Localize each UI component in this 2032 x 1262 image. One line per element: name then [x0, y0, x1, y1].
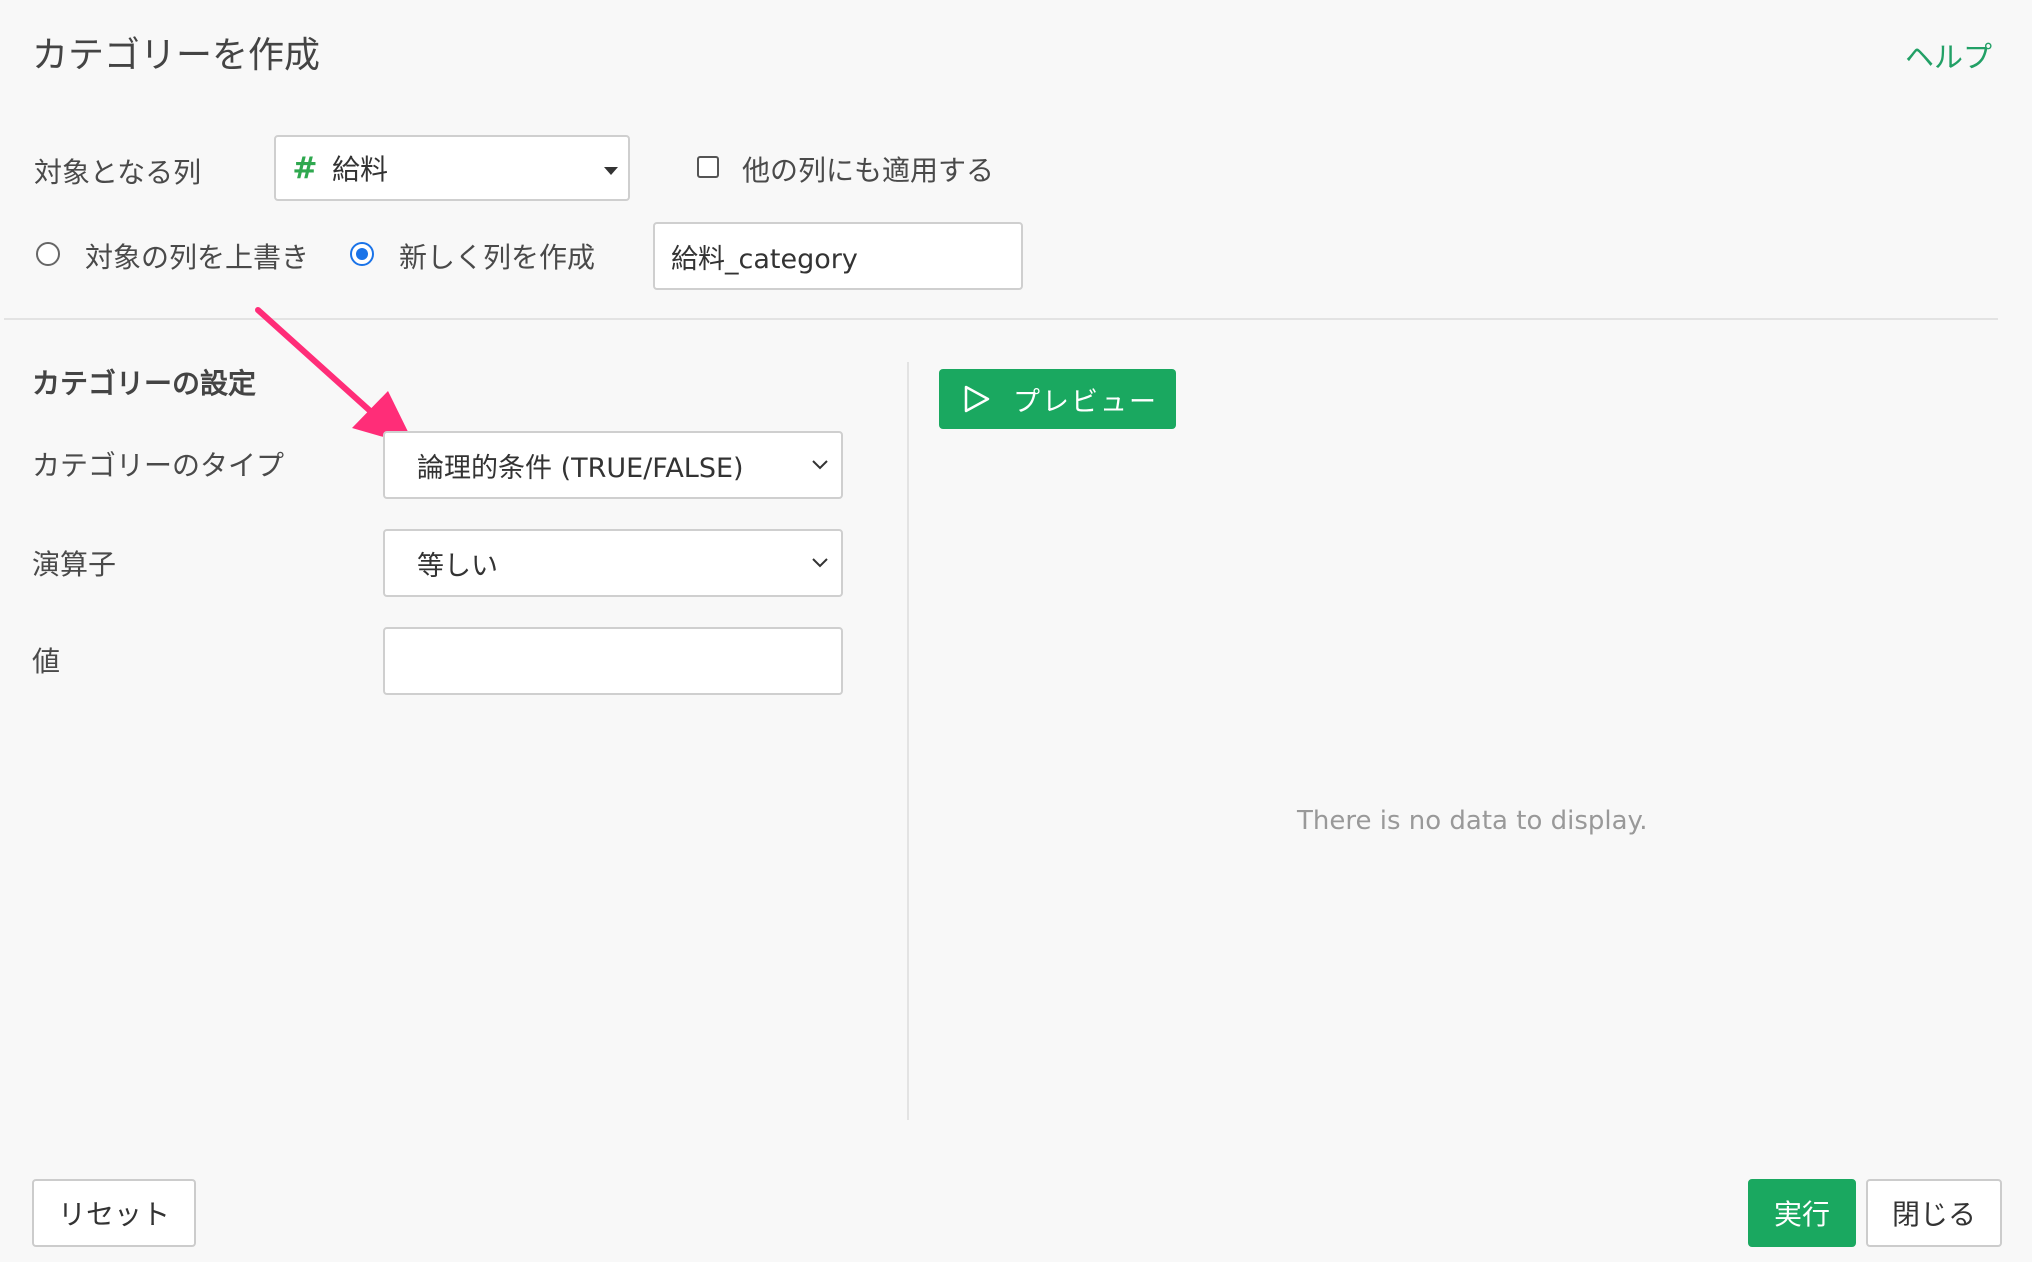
overwrite-radio-label[interactable]: 対象の列を上書き: [85, 236, 309, 276]
panel-divider: [907, 362, 909, 1120]
create-category-dialog: カテゴリーを作成 ヘルプ 対象となる列 # 給料 他の列にも適用する 対象の列を…: [0, 0, 2032, 1262]
apply-other-columns-label[interactable]: 他の列にも適用する: [742, 149, 994, 189]
operator-value: 等しい: [417, 550, 498, 582]
play-icon: [964, 385, 990, 413]
apply-other-columns-checkbox[interactable]: [697, 156, 719, 178]
chevron-down-icon: [812, 460, 828, 470]
operator-select[interactable]: 等しい: [383, 529, 843, 597]
close-button[interactable]: 閉じる: [1866, 1179, 2002, 1247]
category-settings-title: カテゴリーの設定: [32, 367, 257, 400]
dialog-title: カテゴリーを作成: [32, 35, 321, 76]
chevron-down-icon: [812, 558, 828, 568]
category-type-label: カテゴリーのタイプ: [32, 449, 285, 482]
overwrite-radio[interactable]: [36, 242, 60, 266]
new-column-radio-label[interactable]: 新しく列を作成: [399, 236, 595, 276]
operator-label: 演算子: [32, 548, 117, 581]
category-type-select[interactable]: 論理的条件 (TRUE/FALSE): [383, 431, 843, 499]
new-column-name-input[interactable]: [653, 222, 1023, 290]
target-column-value: 給料: [332, 153, 389, 186]
target-column-label: 対象となる列: [34, 156, 202, 189]
preview-button-label: プレビュー: [1013, 386, 1158, 418]
value-input[interactable]: [383, 627, 843, 695]
value-label: 値: [32, 645, 61, 678]
annotation-arrow: [255, 307, 415, 446]
hash-icon: #: [292, 150, 318, 186]
help-link[interactable]: ヘルプ: [1905, 34, 1992, 76]
caret-down-icon: [604, 167, 618, 175]
no-data-message: There is no data to display.: [1297, 806, 1648, 836]
new-column-radio[interactable]: [350, 242, 374, 266]
reset-button[interactable]: リセット: [32, 1179, 196, 1247]
target-column-select[interactable]: # 給料: [274, 135, 630, 201]
run-button[interactable]: 実行: [1748, 1179, 1856, 1247]
category-type-value: 論理的条件 (TRUE/FALSE): [417, 452, 744, 484]
preview-button[interactable]: プレビュー: [939, 369, 1176, 429]
